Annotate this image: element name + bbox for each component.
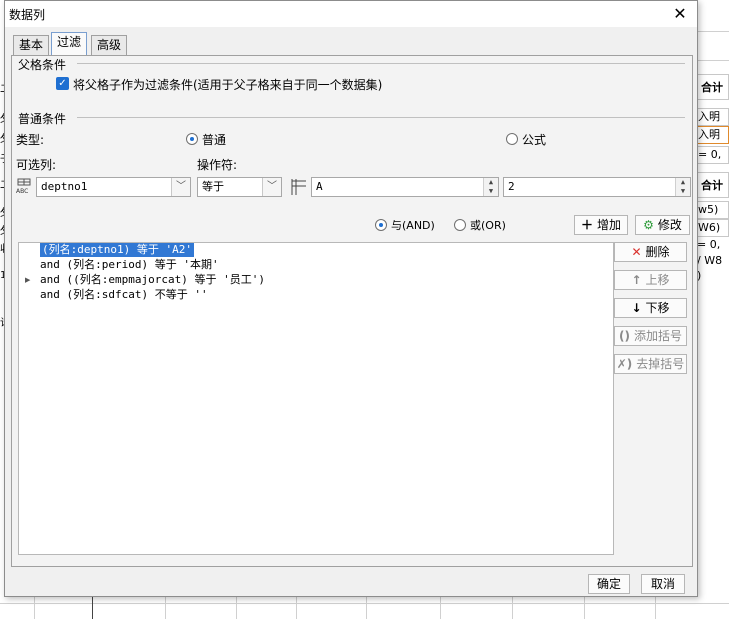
add-button[interactable]: ＋ 增加 <box>574 215 628 235</box>
value-number-value: 2 <box>508 180 515 193</box>
ok-button[interactable]: 确定 <box>588 574 630 594</box>
modify-button-label: 修改 <box>657 218 682 232</box>
bg-cell: = 0, <box>697 238 729 254</box>
plus-icon: ＋ <box>580 218 593 232</box>
or-radio[interactable] <box>454 219 466 231</box>
move-up-button[interactable]: ↑ 上移 <box>614 270 687 290</box>
value-number-field[interactable]: 2 ▲ ▼ <box>503 177 691 197</box>
parent-filter-label: 将父格子作为过滤条件(适用于父子格来自于同一个数据集) <box>73 78 383 92</box>
parent-filter-checkbox[interactable]: ✓ <box>56 77 69 90</box>
type-formula-radio[interactable] <box>506 133 518 145</box>
add-bracket-button[interactable]: () 添加括号 <box>614 326 687 346</box>
chevron-down-icon[interactable]: ﹀ <box>262 178 281 196</box>
modify-button[interactable]: ⚙ 修改 <box>635 215 690 235</box>
operator-label: 操作符: <box>197 158 238 172</box>
value-text-field[interactable]: A ▲ ▼ <box>311 177 499 197</box>
cancel-button[interactable]: 取消 <box>641 574 685 594</box>
bg-cell: ) <box>697 270 729 284</box>
and-label: 与(AND) <box>391 219 435 232</box>
remove-bracket-button[interactable]: ✗) 去掉括号 <box>614 354 687 374</box>
bg-cell: 入明 <box>697 108 729 126</box>
remove-bracket-icon: ✗) <box>616 357 633 371</box>
modify-icon: ⚙ <box>643 218 654 232</box>
chevron-down-icon[interactable]: ﹀ <box>171 178 190 196</box>
parent-condition-title: 父格条件 <box>18 58 67 72</box>
dialog-title: 数据列 <box>9 8 46 22</box>
column-select-value: deptno1 <box>41 180 88 193</box>
operator-select-value: 等于 <box>202 180 224 193</box>
and-radio[interactable] <box>375 219 387 231</box>
spinner-icon[interactable]: ▲ ▼ <box>483 178 498 196</box>
expand-arrow-icon[interactable]: ▶ <box>25 276 30 284</box>
bg-cell: / W8 <box>697 254 729 270</box>
list-item[interactable]: and ((列名:empmajorcat) 等于 '员工') <box>40 273 265 287</box>
add-bracket-label: 添加括号 <box>633 329 682 343</box>
abc-column-icon: ABC <box>15 177 35 195</box>
close-icon[interactable]: ✕ <box>669 3 691 25</box>
list-item[interactable]: (列名:deptno1) 等于 'A2' <box>40 243 194 257</box>
tab-advanced[interactable]: 高级 <box>91 35 128 55</box>
column-select[interactable]: deptno1 ﹀ <box>36 177 191 197</box>
list-item[interactable]: and (列名:sdfcat) 不等于 '' <box>40 288 208 302</box>
bg-cell: w5) <box>697 201 729 219</box>
tab-filter[interactable]: 过滤 <box>51 32 88 56</box>
condition-list[interactable]: (列名:deptno1) 等于 'A2' and (列名:period) 等于 … <box>18 242 614 555</box>
type-normal-label: 普通 <box>202 133 227 147</box>
column-label: 可选列: <box>16 158 57 172</box>
arrow-down-icon: ↓ <box>631 301 642 315</box>
svg-text:ABC: ABC <box>16 188 28 195</box>
list-item[interactable]: and (列名:period) 等于 '本期' <box>40 258 219 272</box>
common-condition-title: 普通条件 <box>18 112 67 126</box>
bg-cell: W6) <box>697 219 729 237</box>
remove-bracket-label: 去掉括号 <box>636 357 685 371</box>
cell-reference-icon[interactable] <box>289 177 309 197</box>
operator-select[interactable]: 等于 ﹀ <box>197 177 282 197</box>
add-button-label: 增加 <box>597 218 622 232</box>
tab-basic[interactable]: 基本 <box>13 35 50 55</box>
type-label: 类型: <box>16 133 45 147</box>
bracket-icon: () <box>619 329 630 343</box>
arrow-up-icon: ↑ <box>631 273 642 287</box>
bg-cell: 合计 <box>697 74 729 100</box>
delete-x-icon: ✕ <box>631 245 642 259</box>
data-column-dialog: 数据列 ✕ 基本 过滤 高级 父格条件 ✓ 将父格子作为过滤条件(适用于父子格来… <box>4 0 698 597</box>
bg-cell: 合计 <box>697 172 729 198</box>
move-up-label: 上移 <box>645 273 670 287</box>
delete-button[interactable]: ✕ 删除 <box>614 242 687 262</box>
move-down-button[interactable]: ↓ 下移 <box>614 298 687 318</box>
bg-cell: = 0, <box>697 146 729 164</box>
type-formula-label: 公式 <box>522 133 547 147</box>
spinner-icon[interactable]: ▲ ▼ <box>675 178 690 196</box>
move-down-label: 下移 <box>645 301 670 315</box>
title-bar[interactable]: 数据列 ✕ <box>5 1 697 27</box>
or-label: 或(OR) <box>470 219 506 232</box>
delete-button-label: 删除 <box>645 245 670 259</box>
value-text-value: A <box>316 180 323 193</box>
type-normal-radio[interactable] <box>186 133 198 145</box>
bg-cell: 入明 <box>697 126 729 144</box>
